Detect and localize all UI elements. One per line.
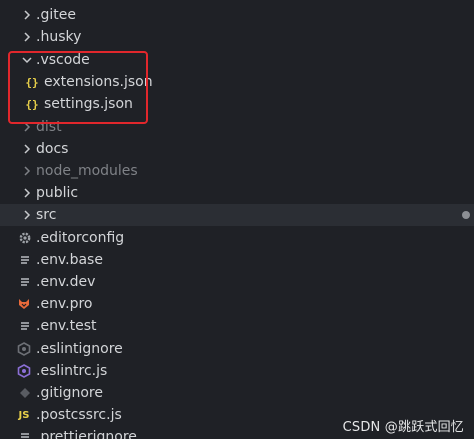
- tree-item-gitignore[interactable]: .gitignore: [0, 382, 474, 404]
- chevron-right-icon[interactable]: [19, 185, 35, 201]
- tree-item-label: docs: [36, 141, 69, 157]
- tree-item-env-base[interactable]: .env.base: [0, 249, 474, 271]
- tree-item-label: .eslintrc.js: [36, 363, 108, 379]
- lines-icon: [17, 429, 33, 439]
- git-diamond-icon: [17, 385, 33, 401]
- tree-item-label: .env.base: [36, 252, 103, 268]
- eslint-icon: [16, 363, 32, 379]
- lines-icon: [17, 274, 33, 290]
- tree-item-env-test[interactable]: .env.test: [0, 315, 474, 337]
- chevron-right-icon[interactable]: [19, 141, 35, 157]
- tree-item-label: dist: [36, 119, 62, 135]
- chevron-down-icon[interactable]: [19, 52, 35, 68]
- js-icon: JS: [18, 409, 30, 421]
- gear-icon: [17, 230, 33, 246]
- tree-item-eslintrc-js[interactable]: .eslintrc.js: [0, 360, 474, 382]
- tree-item-label: .env.test: [36, 318, 97, 334]
- tree-item-label: src: [36, 207, 57, 223]
- tree-item-label: .vscode: [36, 52, 90, 68]
- tree-item-label: public: [36, 185, 79, 201]
- lines-icon: [17, 252, 33, 268]
- tree-item-husky[interactable]: .husky: [0, 26, 474, 48]
- tree-item-label: extensions.json: [44, 74, 153, 90]
- json-braces-icon: {}: [25, 97, 39, 111]
- chevron-right-icon[interactable]: [19, 119, 35, 135]
- tree-item-label: .eslintignore: [36, 341, 123, 357]
- tree-item-label: .editorconfig: [36, 230, 125, 246]
- tree-item-label: node_modules: [36, 163, 138, 179]
- tree-item-extensions-json[interactable]: {} extensions.json: [0, 71, 474, 93]
- tree-item-label: .gitignore: [36, 385, 103, 401]
- json-braces-icon: {}: [25, 75, 39, 89]
- modified-dot-icon: [462, 211, 470, 219]
- tree-item-settings-json[interactable]: {} settings.json: [0, 93, 474, 115]
- tree-item-env-dev[interactable]: .env.dev: [0, 271, 474, 293]
- tree-item-src[interactable]: src: [0, 204, 474, 226]
- tree-item-label: settings.json: [44, 96, 133, 112]
- lines-icon: [17, 318, 33, 334]
- chevron-right-icon[interactable]: [19, 163, 35, 179]
- tree-item-label: .husky: [36, 29, 82, 45]
- tree-item-label: .env.dev: [36, 274, 96, 290]
- tree-item-vscode[interactable]: .vscode: [0, 49, 474, 71]
- tree-item-dist[interactable]: dist: [0, 116, 474, 138]
- tree-item-env-pro[interactable]: .env.pro: [0, 293, 474, 315]
- tree-item-label: .env.pro: [36, 296, 93, 312]
- tree-item-node-modules[interactable]: node_modules: [0, 160, 474, 182]
- tree-item-label: .prettierignore: [36, 429, 137, 439]
- tree-item-public[interactable]: public: [0, 182, 474, 204]
- tree-item-label: .postcssrc.js: [36, 407, 122, 423]
- chevron-right-icon[interactable]: [19, 7, 35, 23]
- fox-icon: [16, 296, 32, 312]
- file-explorer: .gitee .husky .vscode {} extensions.json…: [0, 0, 474, 439]
- tree-item-editorconfig[interactable]: .editorconfig: [0, 227, 474, 249]
- chevron-right-icon[interactable]: [19, 29, 35, 45]
- watermark: CSDN @跳跃式回忆: [342, 420, 464, 435]
- tree-item-docs[interactable]: docs: [0, 138, 474, 160]
- chevron-right-icon[interactable]: [19, 207, 35, 223]
- tree-item-label: .gitee: [36, 7, 76, 23]
- eslint-icon: [16, 341, 32, 357]
- tree-item-gitee[interactable]: .gitee: [0, 4, 474, 26]
- tree-item-eslintignore[interactable]: .eslintignore: [0, 338, 474, 360]
